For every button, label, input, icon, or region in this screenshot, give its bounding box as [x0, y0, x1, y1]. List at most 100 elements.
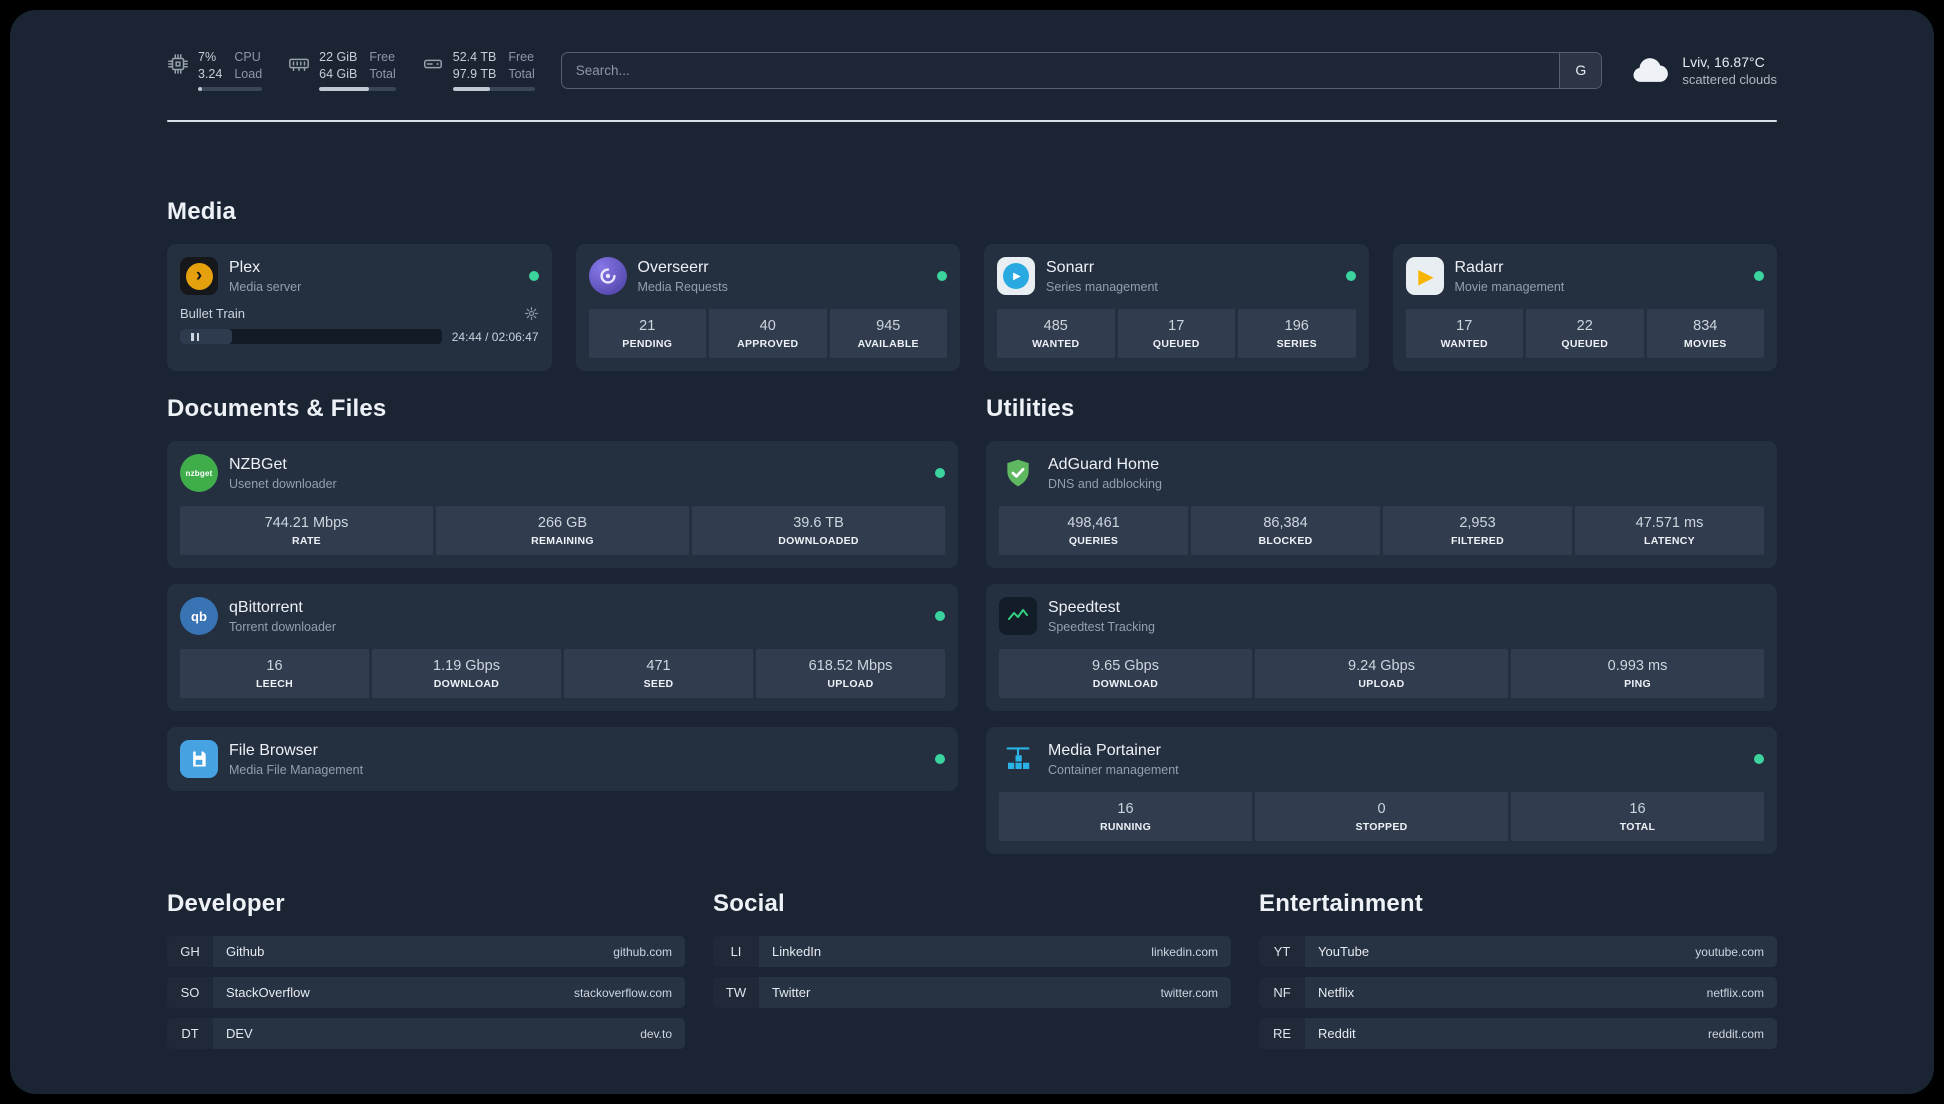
stat-value: 40: [759, 318, 776, 334]
gear-icon[interactable]: [524, 306, 539, 321]
bookmark-github[interactable]: GH Github github.com: [167, 936, 685, 967]
bookmark-body: DEV dev.to: [213, 1018, 685, 1049]
service-subtitle: Movie management: [1454, 279, 1565, 294]
plex-icon: ›: [180, 257, 218, 295]
bookmark-linkedin[interactable]: LI LinkedIn linkedin.com: [713, 936, 1231, 967]
stat-label: WANTED: [1032, 338, 1080, 350]
service-meta: Plex Media server: [229, 259, 301, 294]
service-header: Speedtest Speedtest Tracking: [999, 597, 1764, 635]
cpu-widget: 7% CPU 3.24 Load: [167, 49, 263, 91]
disk-total-value: 97.9 TB: [452, 67, 497, 81]
adguard-shield-icon: [999, 454, 1037, 492]
bookmark-url: linkedin.com: [1151, 944, 1218, 959]
stat-label: APPROVED: [737, 338, 799, 350]
stat-box: 17 QUEUED: [1117, 309, 1235, 358]
service-card-portainer[interactable]: Media Portainer Container management 16 R…: [986, 727, 1777, 854]
bookmark-dev[interactable]: DT DEV dev.to: [167, 1018, 685, 1049]
stat-label: DOWNLOADED: [778, 535, 859, 547]
service-header: ▶ Sonarr Series management: [997, 257, 1356, 295]
service-card-qbittorrent[interactable]: qb qBittorrent Torrent downloader 16 LEEC…: [167, 584, 958, 711]
stat-label: MOVIES: [1683, 338, 1727, 350]
filebrowser-icon: [180, 740, 218, 778]
service-stats: 498,461 QUERIES 86,384 BLOCKED 2,953 FILTER…: [999, 506, 1764, 555]
section-utilities: Utilities AdGuard Home DNS and adblockin…: [986, 395, 1777, 854]
memory-total-label: Total: [369, 67, 396, 81]
service-meta: Media Portainer Container management: [1048, 742, 1179, 777]
bookmark-abbr: NF: [1259, 977, 1305, 1008]
stat-label: BLOCKED: [1258, 535, 1313, 547]
stat-box: 834 MOVIES: [1646, 309, 1764, 358]
service-header: Overseerr Media Requests: [588, 257, 947, 295]
service-card-speedtest[interactable]: Speedtest Speedtest Tracking 9.65 Gbps DO…: [986, 584, 1777, 711]
service-name: Overseerr: [637, 258, 709, 276]
service-card-filebrowser[interactable]: File Browser Media File Management: [167, 727, 958, 791]
stat-box: 0.993 ms PING: [1511, 649, 1764, 698]
now-playing-title: Bullet Train: [180, 306, 246, 321]
service-subtitle: Torrent downloader: [229, 619, 337, 634]
service-card-adguard[interactable]: AdGuard Home DNS and adblocking 498,461 Q…: [986, 441, 1777, 568]
service-card-nzbget[interactable]: nzbget NZBGet Usenet downloader 744.21 M…: [167, 441, 958, 568]
bookmark-name: LinkedIn: [772, 944, 822, 959]
stat-value: 16: [266, 658, 283, 674]
memory-free-label: Free: [369, 50, 396, 65]
service-header: › Plex Media server: [180, 257, 539, 295]
bookmark-twitter[interactable]: TW Twitter twitter.com: [713, 977, 1231, 1008]
pause-icon[interactable]: [191, 332, 199, 341]
bookmark-name: Twitter: [772, 985, 811, 1000]
bookmark-reddit[interactable]: RE Reddit reddit.com: [1259, 1018, 1777, 1049]
stat-label: DOWNLOAD: [433, 678, 500, 690]
bookmark-stackoverflow[interactable]: SO StackOverflow stackoverflow.com: [167, 977, 685, 1008]
service-card-sonarr[interactable]: ▶ Sonarr Series management 485 WANTED 17 Q…: [984, 244, 1369, 371]
service-stats: 485 WANTED 17 QUEUED 196 SERIES: [997, 309, 1356, 358]
bookmark-name: DEV: [226, 1026, 253, 1041]
bookmark-netflix[interactable]: NF Netflix netflix.com: [1259, 977, 1777, 1008]
search-provider-button[interactable]: G: [1559, 52, 1602, 88]
service-subtitle: Series management: [1046, 279, 1158, 294]
bookmark-abbr: RE: [1259, 1018, 1305, 1049]
service-card-plex[interactable]: › Plex Media server Bullet Train 24:44 /…: [167, 244, 552, 371]
cloud-icon: [1633, 58, 1669, 82]
memory-bar-fill: [319, 86, 369, 91]
stat-value: 744.21 Mbps: [264, 515, 349, 531]
stat-label: DOWNLOAD: [1092, 678, 1159, 690]
playback-progress-bar[interactable]: [180, 329, 442, 344]
stat-label: QUEUED: [1561, 338, 1609, 350]
stat-label: SERIES: [1276, 338, 1317, 350]
stat-label: REMAINING: [531, 535, 594, 547]
service-stats: 744.21 Mbps RATE 266 GB REMAINING 39.6 TB D…: [180, 506, 945, 555]
bookmark-abbr: TW: [713, 977, 759, 1008]
service-meta: AdGuard Home DNS and adblocking: [1048, 456, 1162, 491]
bookmark-youtube[interactable]: YT YouTube youtube.com: [1259, 936, 1777, 967]
search-input[interactable]: [561, 62, 1560, 78]
service-card-radarr[interactable]: ▶ Radarr Movie management 17 WANTED 22 QUE…: [1392, 244, 1777, 371]
service-meta: NZBGet Usenet downloader: [229, 456, 337, 491]
service-name: Radarr: [1454, 258, 1504, 276]
service-subtitle: Container management: [1048, 762, 1179, 777]
bookmark-url: github.com: [613, 944, 672, 959]
service-subtitle: DNS and adblocking: [1048, 476, 1162, 491]
memory-total-value: 64 GiB: [319, 67, 358, 81]
bookmark-url: twitter.com: [1160, 985, 1218, 1000]
memory-icon: [289, 58, 310, 72]
stat-value: 17: [1456, 318, 1473, 334]
service-card-overseerr[interactable]: Overseerr Media Requests 21 PENDING 40 APP…: [575, 244, 960, 371]
service-name: File Browser: [229, 741, 318, 759]
stat-box: 9.65 Gbps DOWNLOAD: [999, 649, 1252, 698]
stat-label: QUEUED: [1152, 338, 1200, 350]
service-name: Plex: [229, 258, 261, 276]
section-title-entertainment: Entertainment: [1259, 890, 1423, 917]
speedtest-graph-icon: [999, 597, 1037, 635]
stat-box: 618.52 Mbps UPLOAD: [756, 649, 945, 698]
service-header: Media Portainer Container management: [999, 740, 1764, 778]
stat-value: 39.6 TB: [793, 515, 844, 531]
service-header: nzbget NZBGet Usenet downloader: [180, 454, 945, 492]
bookmark-name: Github: [226, 944, 265, 959]
stat-value: 22: [1576, 318, 1593, 334]
section-title-media: Media: [167, 198, 237, 225]
stat-value: 834: [1693, 318, 1718, 334]
stat-box: 196 SERIES: [1238, 309, 1356, 358]
service-subtitle: Media server: [229, 279, 302, 294]
sonarr-icon: ▶: [997, 257, 1035, 295]
section-media: Media › Plex Media server Bullet Train 2…: [167, 198, 1777, 371]
stat-label: PING: [1624, 678, 1651, 690]
